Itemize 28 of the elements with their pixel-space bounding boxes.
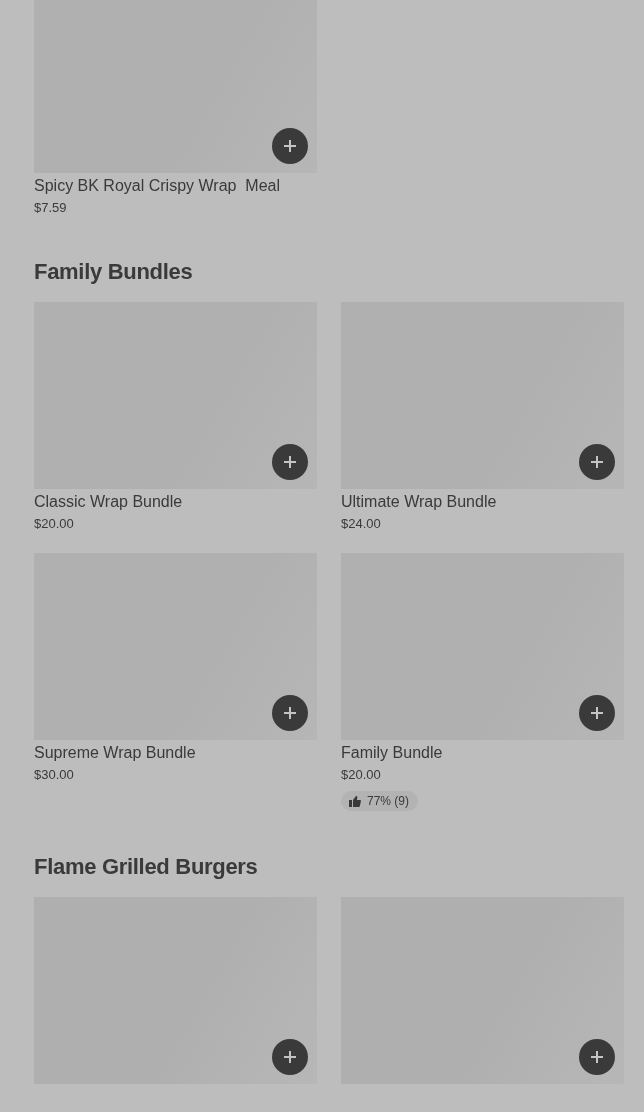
section-heading: Family Bundles bbox=[34, 258, 194, 286]
item-name: Spicy BK Royal Crispy Wrap Meal bbox=[34, 176, 281, 196]
item-price: $24.00 bbox=[341, 515, 382, 532]
item-price: $30.00 bbox=[34, 766, 75, 783]
thumbs-up-icon bbox=[349, 795, 361, 807]
plus-icon bbox=[591, 456, 603, 468]
plus-icon bbox=[591, 1051, 603, 1063]
plus-icon bbox=[284, 1051, 296, 1063]
section-heading: Flame Grilled Burgers bbox=[34, 853, 259, 881]
item-name: Family Bundle bbox=[341, 743, 444, 763]
add-button[interactable] bbox=[579, 1039, 615, 1075]
plus-icon bbox=[591, 707, 603, 719]
add-button[interactable] bbox=[579, 695, 615, 731]
item-price: $7.59 bbox=[34, 199, 68, 216]
item-name: Classic Wrap Bundle bbox=[34, 492, 184, 512]
add-button[interactable] bbox=[272, 444, 308, 480]
plus-icon bbox=[284, 707, 296, 719]
plus-icon bbox=[284, 456, 296, 468]
item-price: $20.00 bbox=[341, 766, 382, 783]
item-name: Supreme Wrap Bundle bbox=[34, 743, 197, 763]
add-button[interactable] bbox=[272, 695, 308, 731]
plus-icon bbox=[284, 140, 296, 152]
add-button[interactable] bbox=[272, 128, 308, 164]
item-price: $20.00 bbox=[34, 515, 75, 532]
item-name: Ultimate Wrap Bundle bbox=[341, 492, 498, 512]
add-button[interactable] bbox=[579, 444, 615, 480]
rating-text: 77% (9) bbox=[367, 794, 410, 808]
add-button[interactable] bbox=[272, 1039, 308, 1075]
